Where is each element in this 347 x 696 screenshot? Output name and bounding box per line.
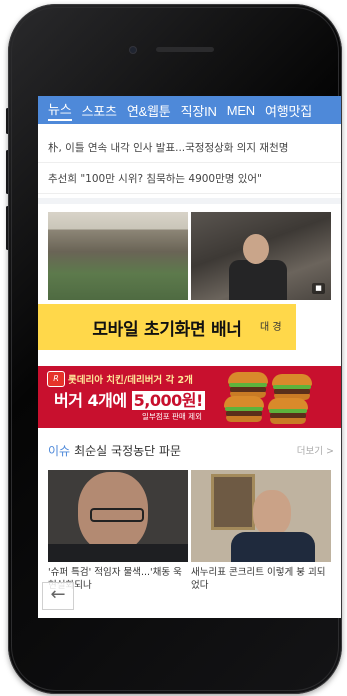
earpiece-speaker: [156, 47, 214, 52]
burger-icon: [224, 396, 264, 422]
ad-promo-text: 롯데리아 치킨/데리버거 각 2개: [68, 375, 193, 386]
news-thumbnail-protest[interactable]: [48, 212, 188, 300]
camera-icon: ■: [312, 283, 325, 294]
section-title: 최순실 국정농단 파문: [74, 444, 182, 458]
tab-entertainment-webtoon[interactable]: 연&웹툰: [127, 101, 171, 120]
tab-sports[interactable]: 스포츠: [82, 101, 117, 120]
category-nav: 뉴스 스포츠 연&웹툰 직장IN MEN 여행맛집: [38, 96, 341, 124]
mobile-home-banner-label: 모바일 초기화면 배너: [38, 304, 296, 350]
photo-face: [243, 234, 269, 264]
photo-shirt: [48, 544, 188, 562]
photo-face: [253, 490, 291, 536]
front-camera-icon: [129, 46, 137, 54]
headline-link[interactable]: 추선희 "100만 시위? 침묵하는 4900만명 있어": [38, 163, 341, 194]
tab-men[interactable]: MEN: [227, 103, 255, 118]
news-thumbnail-row: ■: [38, 204, 341, 300]
photo-glasses: [90, 508, 144, 522]
issue-section-header: 이슈 최순실 국정농단 파문 더보기 >: [48, 442, 338, 459]
tab-travel-food[interactable]: 여행맛집: [265, 101, 312, 120]
photo-frame: [211, 474, 255, 530]
issue-photo-row: [48, 470, 334, 562]
issue-caption-2[interactable]: 새누리표 콘크리트 이렇게 붕 괴되었다: [191, 566, 331, 592]
ad-price: 5,000원!: [131, 391, 205, 410]
tab-news[interactable]: 뉴스: [48, 99, 72, 121]
ad-headline-prefix: 버거 4개에: [54, 391, 127, 410]
more-link[interactable]: 더보기 >: [297, 443, 334, 457]
issue-photo-2[interactable]: [191, 470, 331, 562]
lotteria-logo-icon: R: [47, 371, 65, 387]
tab-workplace[interactable]: 직장IN: [181, 101, 217, 120]
photo-suit: [231, 532, 315, 562]
news-thumbnail-politician[interactable]: ■: [191, 212, 331, 300]
issue-photo-1[interactable]: [48, 470, 188, 562]
burger-icon: [272, 374, 312, 400]
advertisement-banner[interactable]: R 롯데리아 치킨/데리버거 각 2개 버거 4개에 5,000원! 일부점포 …: [38, 366, 341, 428]
issue-tag: 이슈: [48, 444, 71, 458]
ad-disclaimer: 일부점포 판매 제외: [142, 412, 202, 421]
news-card-caption[interactable]: 대 경: [260, 318, 282, 333]
back-button[interactable]: ←: [42, 582, 74, 610]
photo-figure: [229, 260, 287, 300]
burger-icon: [268, 398, 308, 424]
device-mockup: 뉴스 스포츠 연&웹툰 직장IN MEN 여행맛집 朴, 이틀 연속 내각 인사…: [0, 0, 347, 696]
ad-headline: 버거 4개에 5,000원!: [54, 387, 205, 411]
phone-screen: 뉴스 스포츠 연&웹툰 직장IN MEN 여행맛집 朴, 이틀 연속 내각 인사…: [38, 96, 341, 618]
burger-icon: [228, 372, 268, 398]
headline-link[interactable]: 朴, 이틀 연속 내각 인사 발표...국정정상화 의지 재천명: [38, 132, 341, 163]
